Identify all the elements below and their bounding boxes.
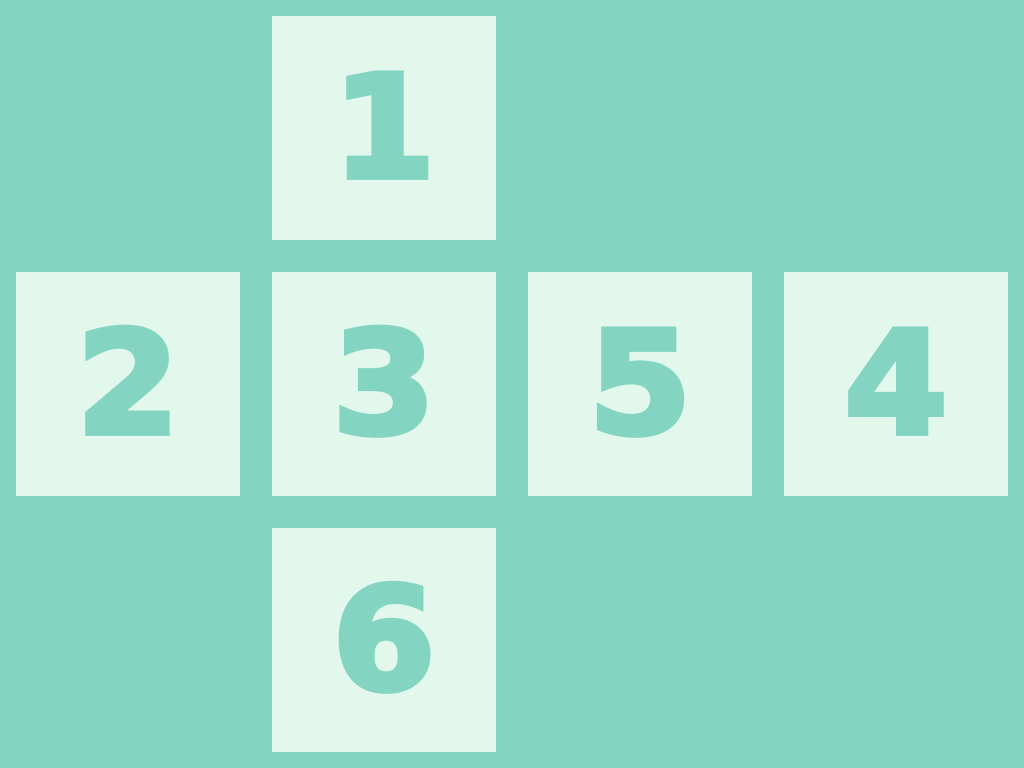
face-number-label: 6 (330, 557, 439, 723)
face-number-label: 4 (842, 301, 951, 467)
cube-face-right-inner: 5 (528, 272, 752, 496)
face-number-label: 1 (330, 45, 439, 211)
cube-face-left: 2 (16, 272, 240, 496)
face-number-label: 3 (330, 301, 439, 467)
cube-face-bottom: 6 (272, 528, 496, 752)
face-number-label: 5 (586, 301, 695, 467)
cube-net-diagram: 1 2 3 5 4 6 (0, 0, 1024, 768)
face-number-label: 2 (74, 301, 183, 467)
cube-face-center: 3 (272, 272, 496, 496)
cube-face-top: 1 (272, 16, 496, 240)
cube-face-right-outer: 4 (784, 272, 1008, 496)
